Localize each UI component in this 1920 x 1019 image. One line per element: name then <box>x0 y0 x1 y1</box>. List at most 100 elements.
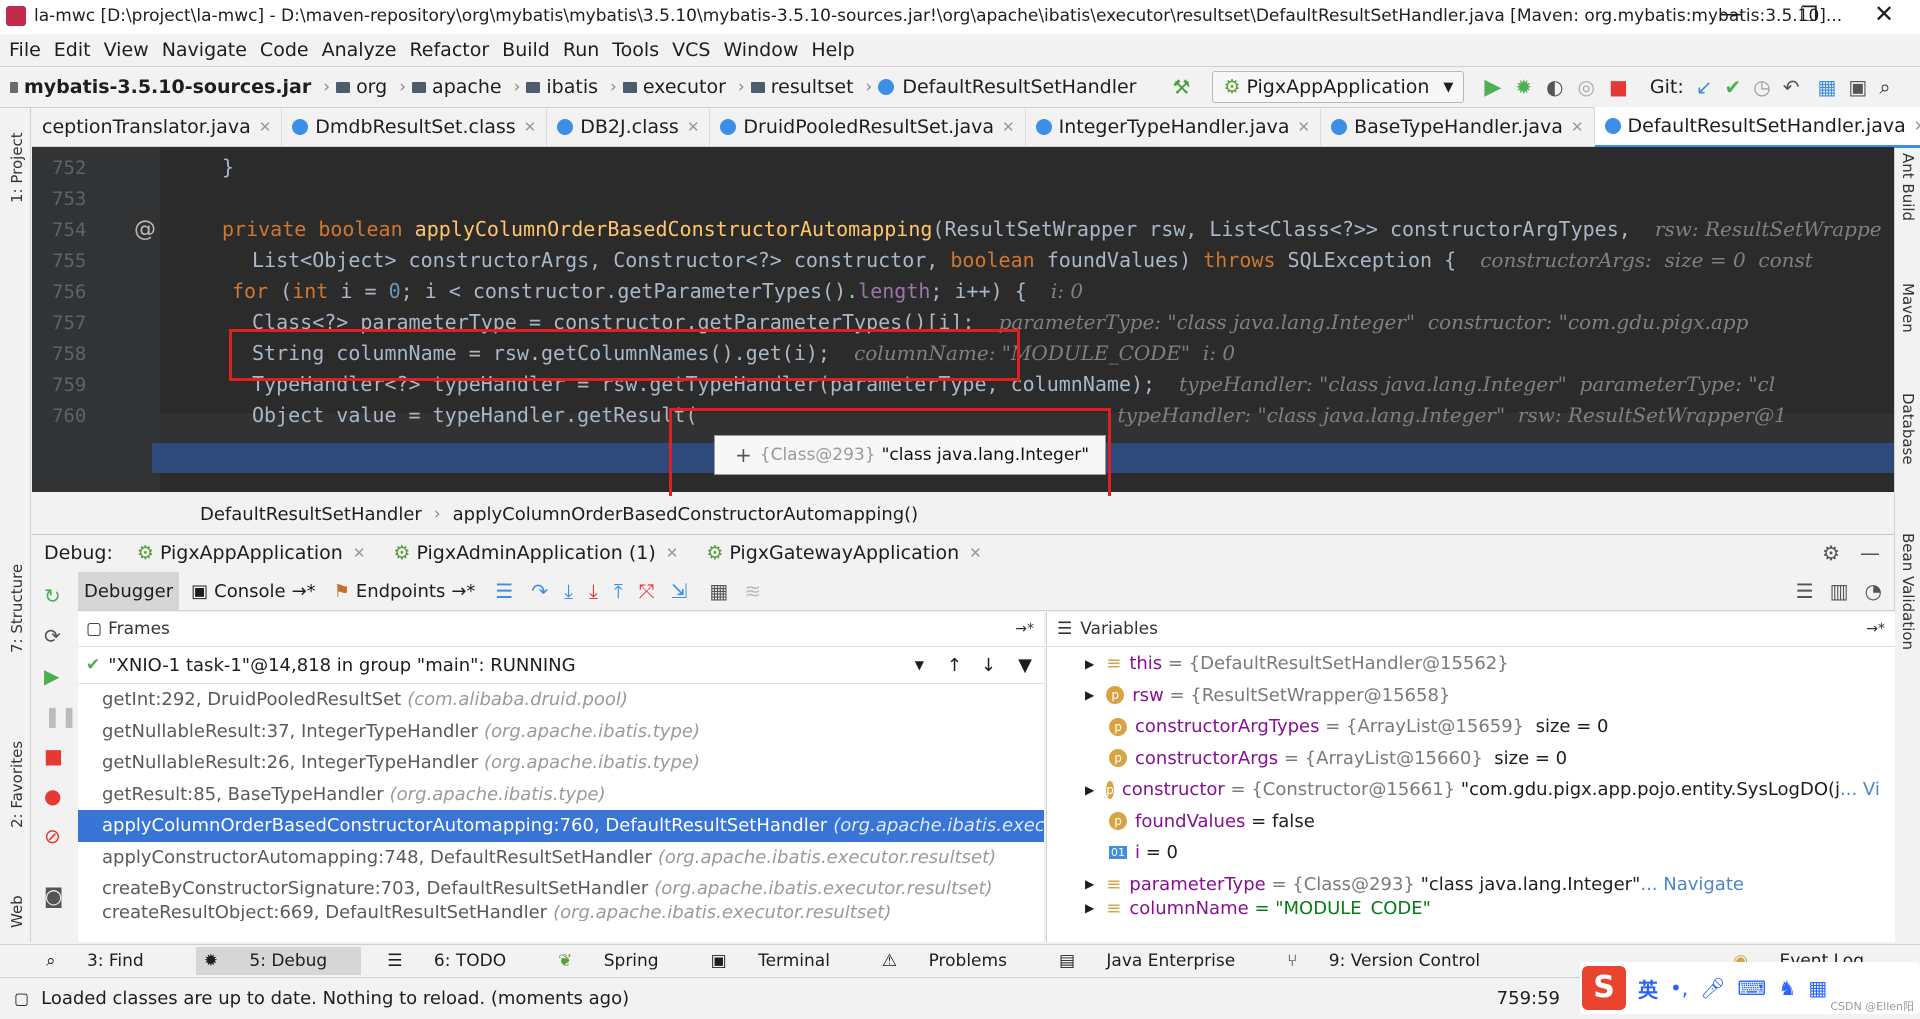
spring-tool-button[interactable]: ❦ Spring <box>558 951 685 971</box>
trace-icon[interactable]: ≋ <box>744 579 761 603</box>
close-icon[interactable]: ✕ <box>259 118 272 136</box>
frame-row[interactable]: getInt:292, DruidPooledResultSet(com.ali… <box>78 684 1044 716</box>
frame-row[interactable]: getNullableResult:37, IntegerTypeHandler… <box>78 716 1044 748</box>
web-tool-tab[interactable]: Web <box>8 895 26 928</box>
close-icon[interactable]: ✕ <box>1002 118 1015 136</box>
expand-arrow-icon[interactable]: ▶ <box>1085 877 1094 891</box>
ime-punct-icon[interactable]: •, <box>1670 976 1688 1000</box>
variable-row[interactable]: ▶≡this = {DefaultResultSetHandler@15562} <box>1085 648 1881 680</box>
structure-tool-tab[interactable]: 7: Structure <box>8 564 26 653</box>
tab-debugger[interactable]: Debugger <box>78 572 179 610</box>
evaluate-expression-icon[interactable]: ▦ <box>709 579 728 603</box>
tab-dmdb-resultset[interactable]: DmdbResultSet.class✕ <box>282 108 547 146</box>
version-control-tool-button[interactable]: ⑂ 9: Version Control <box>1287 951 1506 971</box>
editor-crumb-class[interactable]: DefaultResultSetHandler <box>200 504 422 525</box>
minimize-button[interactable]: — <box>1720 2 1742 27</box>
git-update-icon[interactable]: ↙ <box>1696 75 1713 99</box>
run-config-select[interactable]: ⚙ PigxAppApplication ▼ <box>1212 71 1464 103</box>
camera-icon[interactable]: ◙ <box>44 884 63 908</box>
tab-exception-translator[interactable]: ceptionTranslator.java✕ <box>32 108 282 146</box>
debug-icon[interactable]: ✹ <box>1515 75 1532 99</box>
variable-row[interactable]: pconstructorArgTypes = {ArrayList@15659}… <box>1085 711 1881 743</box>
coverage-icon[interactable]: ◐ <box>1546 75 1563 99</box>
ant-build-tool-tab[interactable]: Ant Build <box>1899 153 1917 221</box>
debug-session-tab[interactable]: ⚙PigxAppApplication✕ <box>137 542 366 564</box>
status-toggle-icon[interactable]: ▢ <box>14 989 29 1008</box>
tab-default-resultset-handler[interactable]: DefaultResultSetHandler.java✕ <box>1595 107 1920 148</box>
menu-file[interactable]: File <box>9 39 41 61</box>
show-execution-point-icon[interactable]: ☰ <box>495 579 513 603</box>
favorites-tool-tab[interactable]: 2: Favorites <box>8 741 26 828</box>
terminal-tool-button[interactable]: ▣ Terminal <box>711 951 856 971</box>
find-tool-button[interactable]: ⌕ 3: Find <box>46 951 170 971</box>
expand-arrow-icon[interactable]: ▶ <box>1085 657 1094 671</box>
bean-validation-tool-tab[interactable]: Bean Validation <box>1899 533 1917 650</box>
pause-icon[interactable]: ❚❚ <box>44 704 78 728</box>
tab-db2j[interactable]: DB2J.class✕ <box>547 108 710 146</box>
resume-icon[interactable]: ▶ <box>44 664 59 688</box>
nav-resultset[interactable]: resultset <box>751 76 854 98</box>
mute-breakpoints-icon[interactable]: ⊘ <box>44 824 61 848</box>
gear-icon[interactable]: ⚙ <box>1822 541 1840 565</box>
ime-mic-icon[interactable]: 🎤︎ <box>1700 976 1725 1000</box>
menu-analyze[interactable]: Analyze <box>322 39 397 61</box>
nav-jar[interactable]: mybatis-3.5.10-sources.jar <box>10 76 311 98</box>
pin-icon[interactable]: →* <box>1015 621 1034 637</box>
close-icon[interactable]: ✕ <box>524 118 537 136</box>
memory-icon[interactable]: ◔ <box>1865 579 1882 603</box>
variable-row[interactable]: ▶≡columnName = "MODULE_CODE" <box>1085 900 1881 916</box>
debug-session-tab[interactable]: ⚙PigxGatewayApplication✕ <box>706 542 981 564</box>
close-window-button[interactable]: ✕ <box>1874 0 1894 28</box>
database-tool-tab[interactable]: Database <box>1899 393 1917 465</box>
tab-console[interactable]: ▣Console→* <box>191 581 316 602</box>
minimize-panel-icon[interactable]: — <box>1860 541 1880 565</box>
arrow-up-icon[interactable]: ↑ <box>947 655 962 676</box>
menu-view[interactable]: View <box>104 39 149 61</box>
view-breakpoints-icon[interactable]: ● <box>44 784 61 808</box>
expand-arrow-icon[interactable]: ▶ <box>1085 783 1094 797</box>
java-enterprise-tool-button[interactable]: ▤ Java Enterprise <box>1059 951 1261 971</box>
menu-refactor[interactable]: Refactor <box>409 39 489 61</box>
frame-row[interactable]: createByConstructorSignature:703, Defaul… <box>78 873 1044 905</box>
menu-window[interactable]: Window <box>723 39 798 61</box>
window-icon[interactable]: ▣ <box>1848 75 1867 99</box>
debug-tool-button[interactable]: ✹ 5: Debug <box>196 947 362 975</box>
nav-class[interactable]: DefaultResultSetHandler <box>878 76 1136 98</box>
ime-toolbar[interactable]: S 英 •, 🎤︎ ⌨ ♞ ▦ CSDN @Ellen阳 <box>1580 962 1920 1014</box>
close-icon[interactable]: ✕ <box>1298 118 1311 136</box>
drop-frame-icon[interactable]: ⤧ <box>639 579 655 603</box>
annotation-gutter-icon[interactable]: @ <box>134 217 156 242</box>
close-icon[interactable]: ✕ <box>353 544 366 562</box>
run-to-cursor-icon[interactable]: ⇲ <box>671 579 688 603</box>
project-structure-icon[interactable]: ▦ <box>1818 75 1837 99</box>
project-tool-tab[interactable]: 1: Project <box>8 132 26 203</box>
search-icon[interactable]: ⌕ <box>1879 75 1890 99</box>
frame-row[interactable]: getNullableResult:26, IntegerTypeHandler… <box>78 747 1044 779</box>
variable-row[interactable]: 01i = 0 <box>1085 837 1881 869</box>
variable-row[interactable]: pfoundValues = false <box>1085 806 1881 838</box>
tab-integer-type-handler[interactable]: IntegerTypeHandler.java✕ <box>1026 108 1321 146</box>
stop-icon[interactable]: ■ <box>1609 75 1628 99</box>
tab-endpoints[interactable]: ⚑Endpoints→* <box>334 581 476 602</box>
ime-keyboard-icon[interactable]: ⌨ <box>1738 976 1767 1000</box>
step-over-icon[interactable]: ↷ <box>531 579 548 603</box>
profile-icon[interactable]: ◎ <box>1578 75 1595 99</box>
variable-row[interactable]: ▶prsw = {ResultSetWrapper@15658} <box>1085 680 1881 712</box>
step-out-icon[interactable]: ⤒ <box>614 579 623 603</box>
menu-vcs[interactable]: VCS <box>672 39 710 61</box>
restore-button[interactable]: ❐ <box>1800 2 1818 26</box>
variable-row[interactable]: ▶pconstructor = {Constructor@15661} "com… <box>1085 774 1881 806</box>
frame-row[interactable]: createResultObject:669, DefaultResultSet… <box>78 905 1044 921</box>
menu-build[interactable]: Build <box>502 39 550 61</box>
frame-row-selected[interactable]: applyColumnOrderBasedConstructorAutomapp… <box>78 810 1044 842</box>
ime-lang-icon[interactable]: 英 <box>1638 974 1658 1003</box>
thread-selector[interactable]: ✔ "XNIO-1 task-1"@14,818 in group "main"… <box>78 647 1044 684</box>
stop-icon[interactable]: ■ <box>44 744 63 768</box>
arrow-down-icon[interactable]: ↓ <box>981 655 996 676</box>
maven-tool-tab[interactable]: Maven <box>1899 283 1917 333</box>
variable-row[interactable]: pconstructorArgs = {ArrayList@15660} siz… <box>1085 743 1881 775</box>
force-step-into-icon[interactable]: ⤓ <box>589 579 598 603</box>
ime-tools-icon[interactable]: ▦ <box>1808 976 1827 1000</box>
close-icon[interactable]: ✕ <box>666 544 679 562</box>
refresh-icon[interactable]: ⟳ <box>44 624 61 648</box>
